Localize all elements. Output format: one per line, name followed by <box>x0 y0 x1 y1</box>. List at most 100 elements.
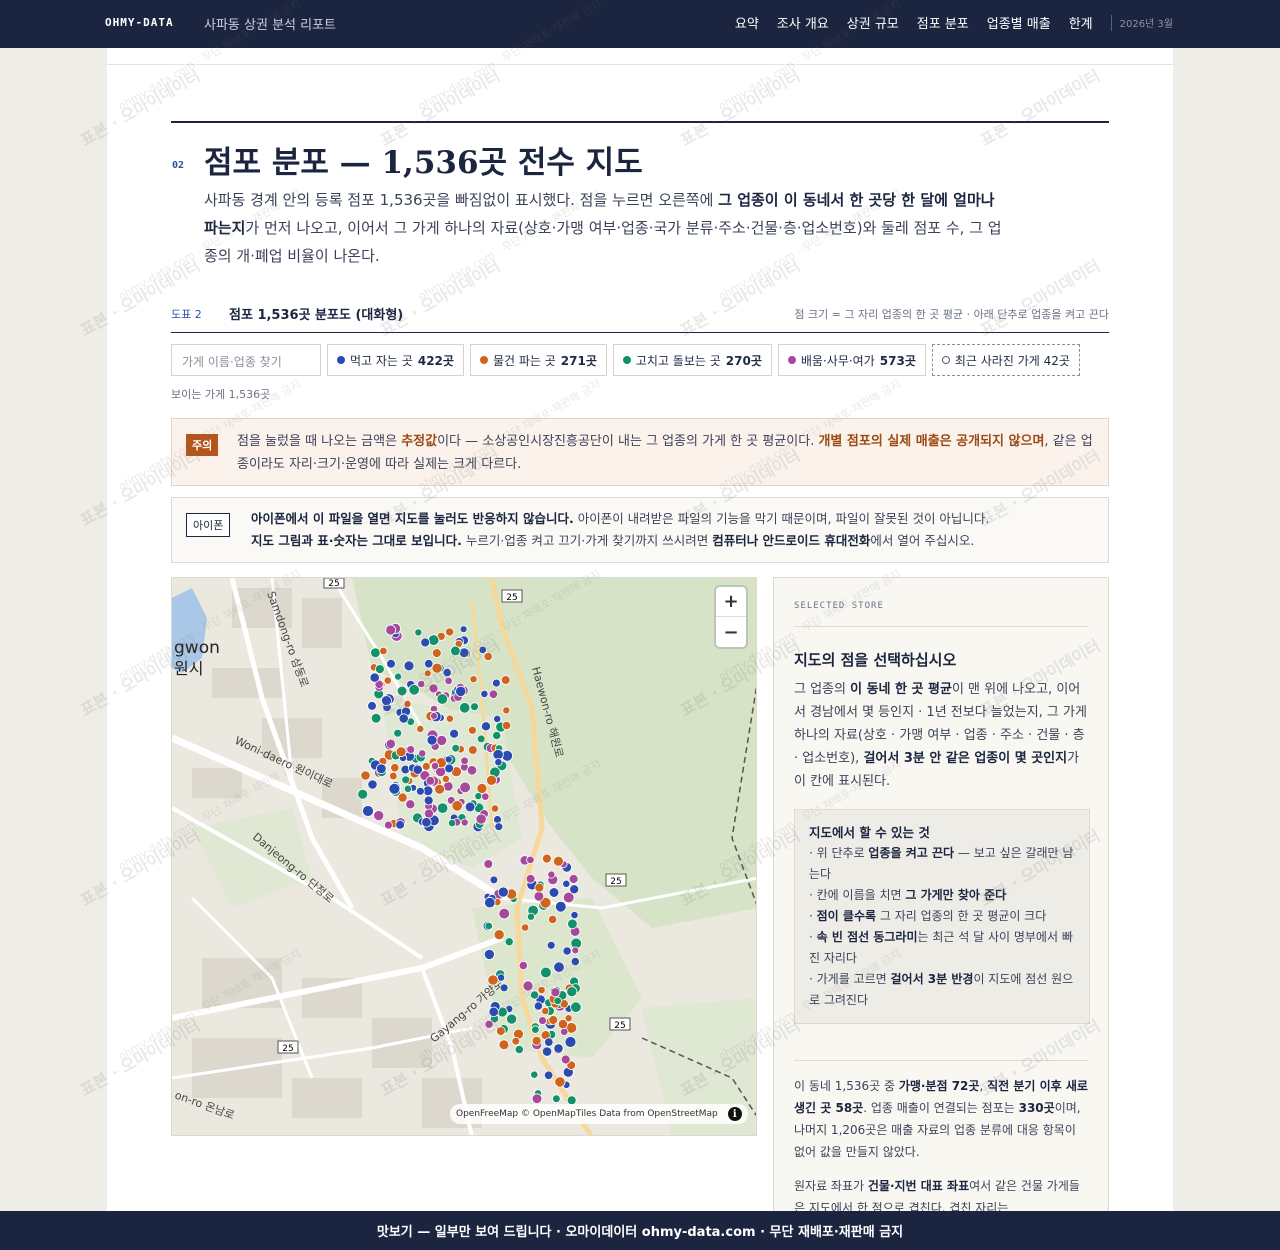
store-dot[interactable] <box>403 660 415 672</box>
store-dot[interactable] <box>488 689 499 700</box>
store-dot[interactable] <box>531 1035 542 1046</box>
store-dot[interactable] <box>405 799 416 810</box>
store-dot[interactable] <box>474 792 483 801</box>
store-dot[interactable] <box>501 720 512 731</box>
store-dot[interactable] <box>566 986 578 998</box>
store-dot[interactable] <box>522 980 534 992</box>
store-dot[interactable] <box>370 647 381 658</box>
filter-chip-eat[interactable]: 먹고 자는 곳 422곳 <box>327 344 464 376</box>
store-dot[interactable] <box>541 853 552 864</box>
store-dot[interactable] <box>502 706 511 715</box>
store-dot[interactable] <box>493 714 502 723</box>
store-dot[interactable] <box>357 788 369 800</box>
nav-link-market-size[interactable]: 상권 규모 <box>847 13 899 32</box>
store-dot[interactable] <box>483 651 493 662</box>
store-dot[interactable] <box>444 676 453 686</box>
store-dot[interactable] <box>490 804 500 813</box>
store-dot[interactable] <box>533 890 545 902</box>
store-dot[interactable] <box>431 648 442 658</box>
store-dot[interactable] <box>425 776 436 786</box>
store-dot[interactable] <box>458 647 470 658</box>
store-dot[interactable] <box>480 689 489 699</box>
store-dot[interactable] <box>464 801 476 813</box>
store-dot[interactable] <box>531 1025 540 1034</box>
store-map[interactable]: gwon 원시 Haewon-ro 해원로 Woni-daero 원이대로 Da… <box>171 577 757 1136</box>
store-dot[interactable] <box>369 672 380 683</box>
store-dot[interactable] <box>499 983 509 993</box>
store-dot[interactable] <box>478 645 487 655</box>
store-dot[interactable] <box>436 693 449 705</box>
store-dot[interactable] <box>560 1027 569 1036</box>
store-dot[interactable] <box>386 659 396 669</box>
store-dot[interactable] <box>460 756 469 765</box>
store-dot[interactable] <box>362 805 374 817</box>
store-dot[interactable] <box>498 1039 510 1051</box>
store-dot[interactable] <box>426 734 438 746</box>
store-dot[interactable] <box>484 896 496 909</box>
store-dot[interactable] <box>430 761 440 770</box>
store-dot[interactable] <box>421 817 432 828</box>
store-dot[interactable] <box>518 960 528 971</box>
store-dot[interactable] <box>469 675 478 684</box>
store-dot[interactable] <box>460 818 469 827</box>
filter-chip-misc[interactable]: 배움·사무·여가 573곳 <box>777 344 926 376</box>
store-dot[interactable] <box>485 774 497 786</box>
store-dot[interactable] <box>569 884 580 895</box>
store-dot[interactable] <box>459 702 471 714</box>
store-dot[interactable] <box>541 1046 553 1057</box>
store-dot[interactable] <box>529 990 540 1000</box>
store-dot[interactable] <box>497 886 509 898</box>
store-dot[interactable] <box>547 914 558 924</box>
store-dot[interactable] <box>447 819 457 828</box>
store-dot[interactable] <box>436 802 449 814</box>
store-dot[interactable] <box>418 749 427 758</box>
store-dot[interactable] <box>367 779 378 790</box>
store-dot[interactable] <box>500 675 511 685</box>
store-dot[interactable] <box>467 745 478 755</box>
store-dot[interactable] <box>540 966 552 979</box>
store-dot[interactable] <box>483 948 495 960</box>
store-dot[interactable] <box>493 815 502 824</box>
store-dot[interactable] <box>451 800 463 812</box>
store-dot[interactable] <box>385 624 397 636</box>
store-dot[interactable] <box>412 764 423 775</box>
store-dot[interactable] <box>491 678 501 688</box>
store-dot[interactable] <box>484 1019 494 1029</box>
store-dot[interactable] <box>534 882 545 893</box>
store-dot[interactable] <box>564 1036 577 1048</box>
store-dot[interactable] <box>554 900 567 913</box>
store-dot[interactable] <box>476 782 488 794</box>
store-dot[interactable] <box>530 1070 539 1079</box>
store-dot[interactable] <box>442 668 452 678</box>
store-dot[interactable] <box>484 921 493 931</box>
store-dot[interactable] <box>470 702 479 712</box>
store-dot[interactable] <box>374 664 385 674</box>
store-dot[interactable] <box>568 874 579 884</box>
store-dot[interactable] <box>455 685 467 698</box>
store-dot[interactable] <box>395 746 407 758</box>
store-dot[interactable] <box>389 771 398 781</box>
store-dot[interactable] <box>526 855 535 865</box>
store-dot[interactable] <box>381 695 392 706</box>
store-dot[interactable] <box>506 1013 518 1025</box>
brand-logo[interactable]: OHMY-DATA <box>105 16 174 29</box>
store-dot[interactable] <box>449 728 460 739</box>
store-dot[interactable] <box>466 765 478 776</box>
store-dot[interactable] <box>531 1093 543 1104</box>
nav-link-summary[interactable]: 요약 <box>735 13 759 32</box>
store-dot[interactable] <box>415 786 425 796</box>
store-dot[interactable] <box>557 1018 568 1030</box>
zoom-in-button[interactable]: + <box>716 587 746 617</box>
store-dot[interactable] <box>383 820 393 830</box>
store-dot[interactable] <box>562 946 572 956</box>
store-dot[interactable] <box>488 1006 499 1018</box>
nav-link-limits[interactable]: 한계 <box>1069 13 1093 32</box>
store-dot[interactable] <box>430 711 438 720</box>
store-dot[interactable] <box>451 743 461 753</box>
store-dot[interactable] <box>398 713 409 724</box>
store-dot[interactable] <box>431 662 443 674</box>
store-dot[interactable] <box>547 870 556 879</box>
store-dot[interactable] <box>467 725 477 735</box>
store-dot[interactable] <box>401 775 411 785</box>
filter-chip-closed[interactable]: 최근 사라진 가게 42곳 <box>931 344 1080 376</box>
